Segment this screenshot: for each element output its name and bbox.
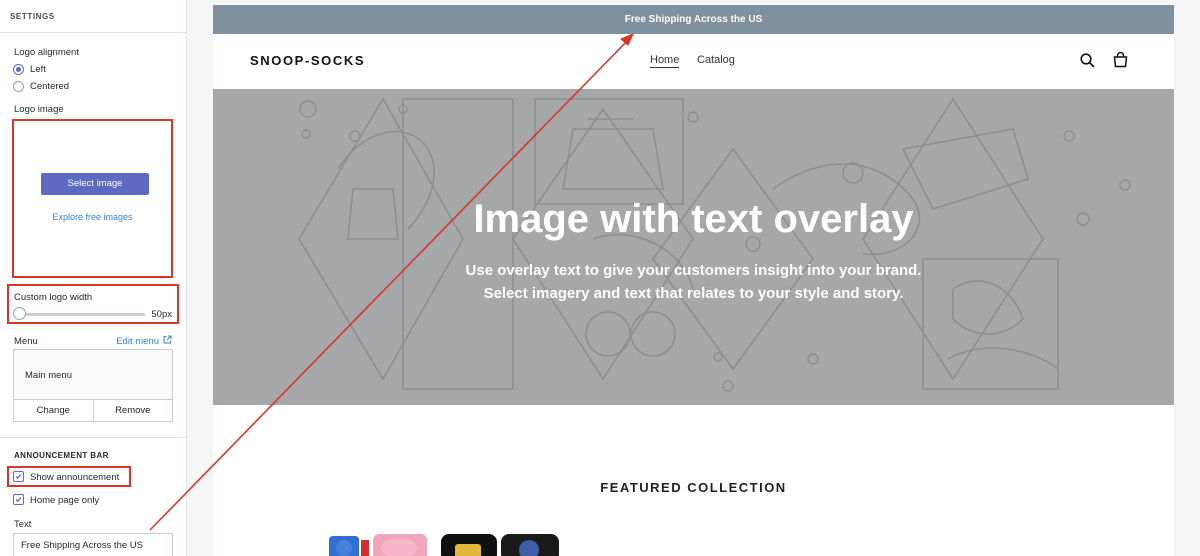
product-thumb-3 [441,534,497,556]
product-thumb-4 [501,534,559,556]
edit-menu-label[interactable]: Edit menu [116,336,159,347]
nav-catalog-link[interactable]: Catalog [697,54,735,66]
logo-image-label: Logo image [14,104,64,115]
product-thumbnails[interactable] [329,530,569,556]
section-divider [0,437,186,438]
featured-collection-heading: FEATURED COLLECTION [600,480,787,495]
radio-left[interactable] [13,64,24,75]
selected-menu-name: Main menu [25,370,72,381]
logo-alignment-label: Logo alignment [14,47,79,58]
custom-logo-width-label: Custom logo width [14,292,93,303]
product-thumb-2 [373,534,427,556]
announcement-bar[interactable]: Free Shipping Across the US [213,5,1174,34]
hero-subtitle: Use overlay text to give your customers … [213,259,1174,305]
show-announcement-label[interactable]: Show announcement [30,472,119,483]
radio-left-label[interactable]: Left [30,64,46,75]
explore-free-images-link[interactable]: Explore free images [14,212,171,222]
announcement-bar-heading: ANNOUNCEMENT BAR [14,451,109,460]
store-preview: Free Shipping Across the US SNOOP-SOCKS … [213,5,1174,556]
hero-illustration [298,97,1131,392]
select-image-button[interactable]: Select image [41,173,149,195]
search-icon[interactable] [1080,53,1095,73]
checkmark-icon [15,497,22,503]
settings-sidebar: SETTINGS Logo alignment Left Centered Lo… [0,0,187,556]
menu-label: Menu [14,336,38,347]
logo-image-picker: Select image Explore free images [12,119,173,278]
product-thumb-1 [329,536,369,556]
logo-width-slider-track[interactable] [19,313,145,316]
announcement-text-label: Text [14,519,32,530]
settings-heading: SETTINGS [0,0,186,33]
external-link-icon [163,335,172,347]
hero-image-banner: Image with text overlay Use overlay text… [213,89,1174,405]
cart-icon[interactable] [1113,51,1128,73]
logo-width-slider-handle[interactable] [13,307,26,320]
hero-subtitle-line-2: Select imagery and text that relates to … [483,285,904,302]
home-page-only-checkbox[interactable] [13,494,24,505]
home-page-only-label[interactable]: Home page only [30,495,99,506]
hero-title: Image with text overlay [473,197,914,241]
menu-selector: Main menu Change Remove [13,349,173,422]
radio-centered[interactable] [13,81,24,92]
edit-menu-link[interactable]: Edit menu [116,335,172,347]
change-menu-button[interactable]: Change [14,400,93,421]
show-announcement-checkbox[interactable] [13,471,24,482]
store-logo[interactable]: SNOOP-SOCKS [250,53,365,68]
announcement-text-input[interactable] [13,533,173,556]
checkmark-icon [15,474,22,480]
custom-logo-width-control: Custom logo width 50px [7,284,179,324]
remove-menu-button[interactable]: Remove [92,400,173,421]
nav-home-link[interactable]: Home [650,54,680,68]
radio-centered-label[interactable]: Centered [30,81,69,92]
logo-width-value: 50px [151,309,172,320]
hero-subtitle-line-1: Use overlay text to give your customers … [465,262,922,279]
